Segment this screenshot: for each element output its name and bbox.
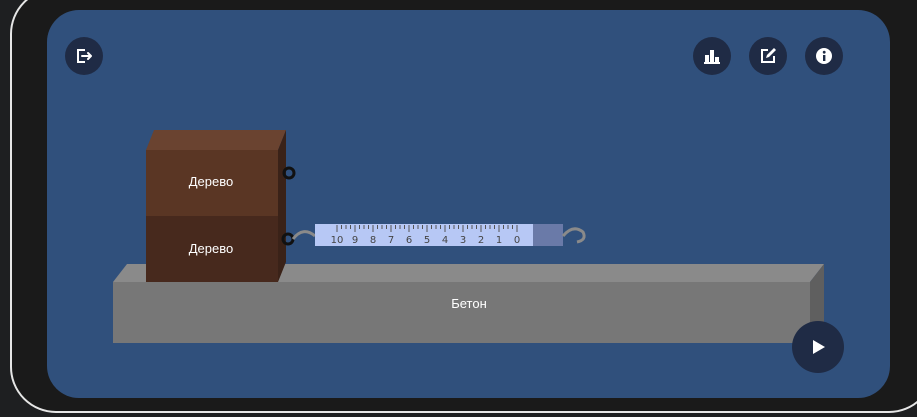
scale-label: 9: [352, 235, 358, 246]
surface-label: Бетон: [451, 296, 487, 311]
play-icon: [813, 340, 825, 354]
dynamometer-left-hook: [291, 230, 316, 240]
dynamometer[interactable]: 10 9 8 7 6 5 4 3 2 1 0: [291, 224, 586, 246]
scale-label: 0: [514, 235, 520, 246]
scale-label: 2: [478, 235, 484, 246]
top-block-hook[interactable]: [282, 166, 296, 180]
scale-label: 6: [406, 235, 412, 246]
block-bottom-label: Дерево: [188, 241, 234, 256]
scale-label: 4: [442, 235, 448, 246]
scale-label: 7: [388, 235, 394, 246]
concrete-surface[interactable]: [113, 282, 810, 343]
block-side-face: [278, 130, 286, 282]
block-top-label: Дерево: [188, 174, 234, 189]
play-button[interactable]: [792, 321, 844, 373]
scale-label: 3: [460, 235, 466, 246]
block-top-face: [146, 130, 286, 150]
scale-label: 10: [331, 235, 344, 246]
scale-label: 8: [370, 235, 376, 246]
scale-label: 1: [496, 235, 502, 246]
dynamometer-right-hook[interactable]: [561, 227, 586, 244]
scene-canvas: 10 9 8 7 6 5 4 3 2 1 0: [113, 130, 824, 343]
scale-label: 5: [424, 235, 430, 246]
simulation-screen: 10 9 8 7 6 5 4 3 2 1 0 Дерево Дерево Бетон: [47, 10, 890, 398]
bottom-block-hook[interactable]: [281, 232, 295, 246]
